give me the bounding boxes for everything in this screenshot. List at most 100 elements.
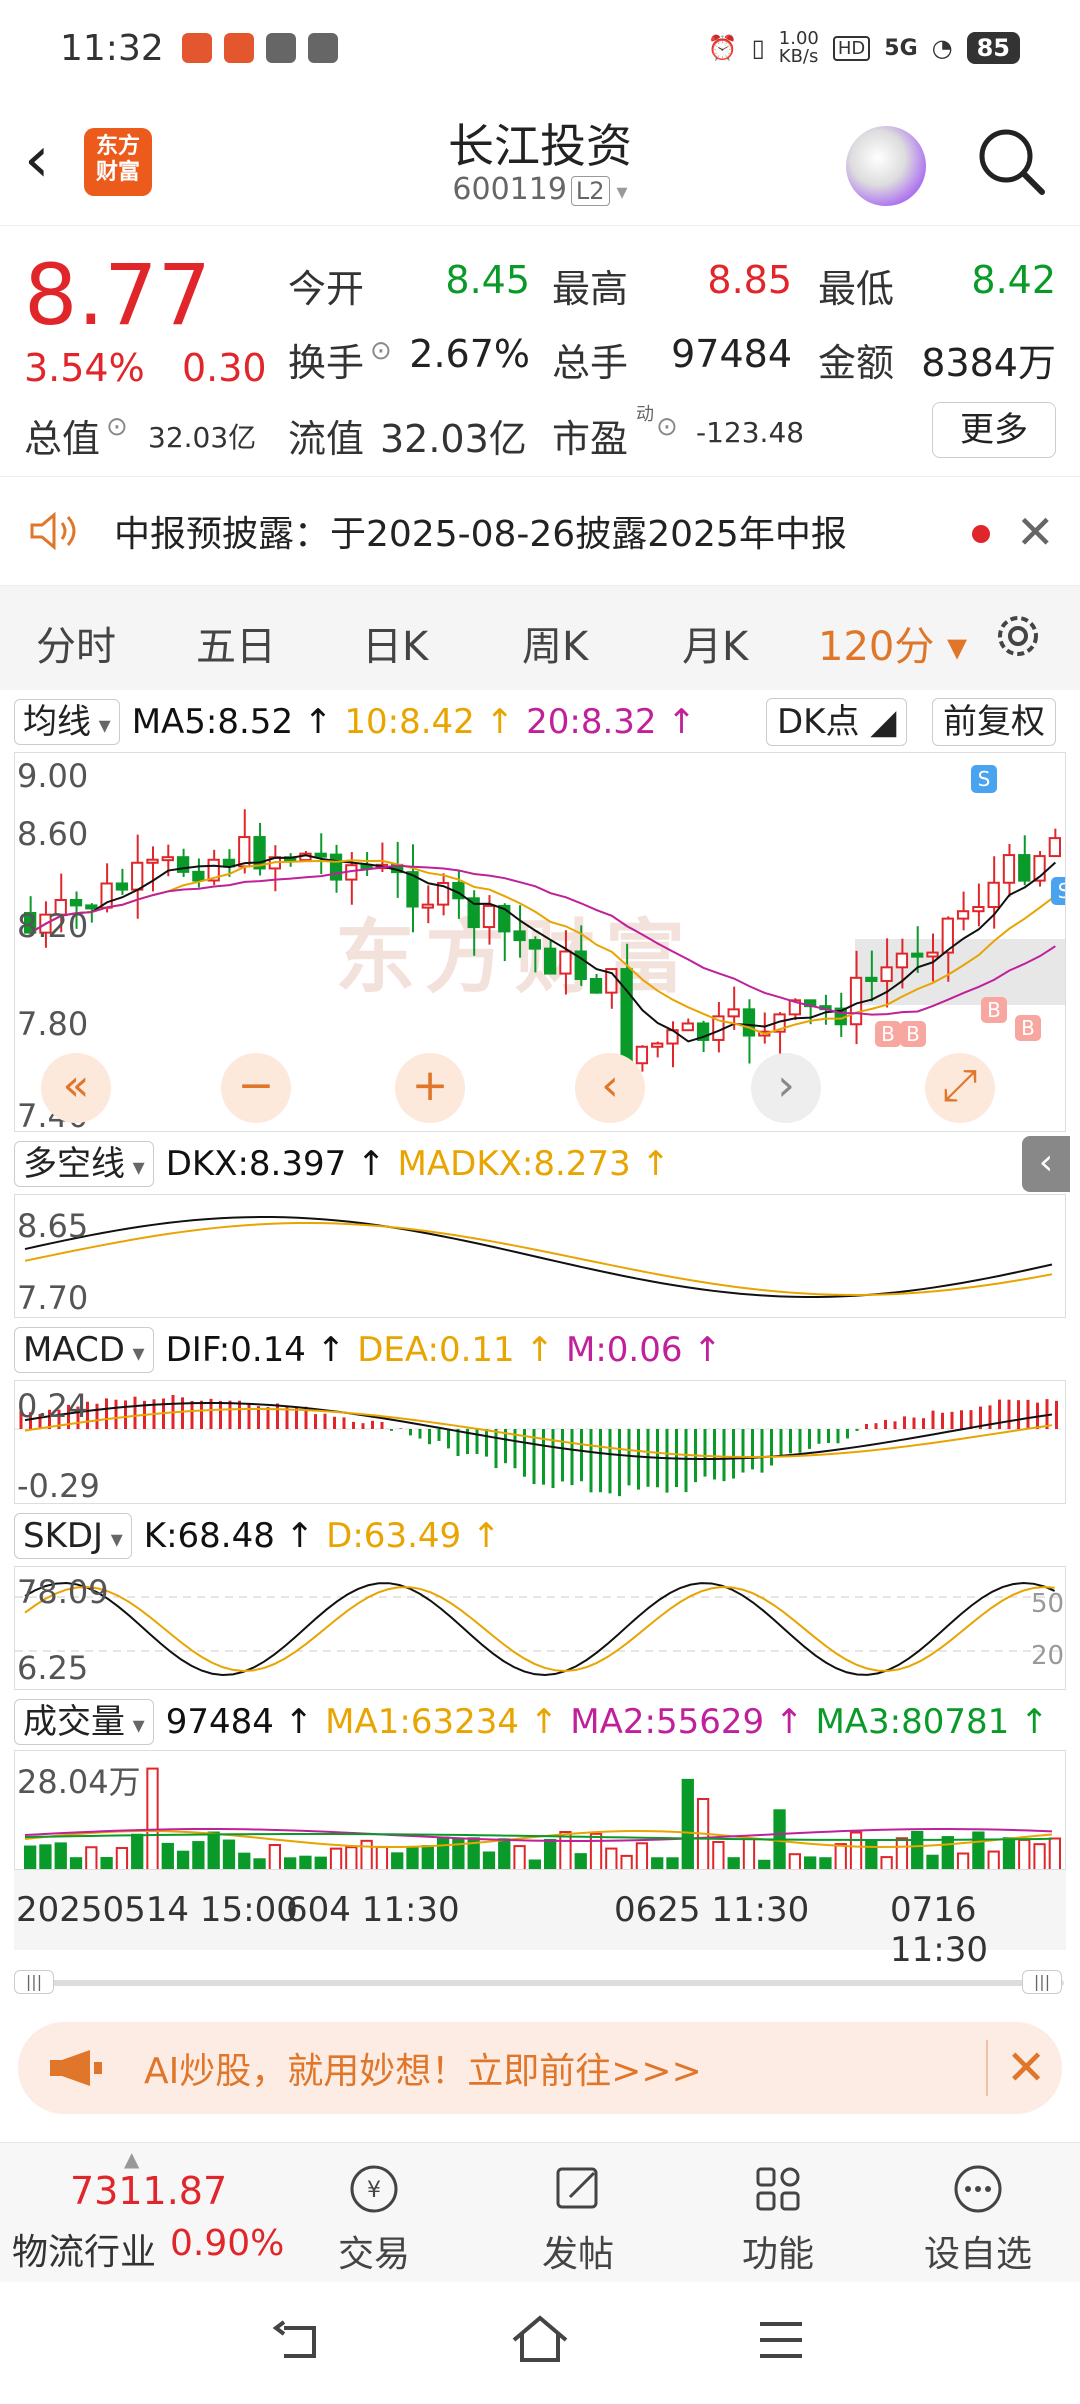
back-nav-icon[interactable]: [270, 2314, 330, 2370]
industry-change: 0.90%: [170, 2223, 285, 2264]
period-tabs: 分时 五日 日K 周K 月K 120分 ▾: [0, 586, 1080, 690]
vivo-icon: [307, 33, 338, 63]
volume-indicator-row: 成交量 97484 ↑ MA1:63234 ↑ MA2:55629 ↑ MA3:…: [0, 1694, 1080, 1750]
volume-bar: [666, 1857, 679, 1869]
function-label: 功能: [741, 2234, 814, 2275]
info-icon[interactable]: ⊙: [370, 336, 392, 366]
tab-monthly-k[interactable]: 月K: [682, 614, 748, 672]
more-button[interactable]: 更多: [932, 402, 1056, 458]
close-icon[interactable]: ✕: [986, 2040, 1046, 2096]
volume-bar: [1033, 1843, 1046, 1869]
home-nav-icon[interactable]: [508, 2310, 572, 2370]
dkx-value: DKX:8.397 ↑: [165, 1144, 386, 1184]
tab-five-day[interactable]: 五日: [196, 614, 276, 672]
volume-bar: [314, 1856, 327, 1869]
scroll-left-fast-button[interactable]: «: [41, 1053, 111, 1123]
scroll-track: [24, 1980, 1064, 1986]
time-label: 20250514 15:00: [16, 1890, 298, 1930]
candle-body: [880, 966, 893, 982]
y-label: 78.09: [17, 1573, 109, 1611]
volume-bar: [375, 1846, 389, 1869]
candle-body: [727, 1008, 740, 1018]
add-watchlist-button[interactable]: 设自选: [908, 2153, 1048, 2277]
gear-icon[interactable]: [990, 608, 1046, 664]
expand-up-icon[interactable]: ▲: [124, 2147, 139, 2171]
zoom-out-button[interactable]: −: [221, 1053, 291, 1123]
volume-bar: [1048, 1837, 1062, 1869]
industry-name[interactable]: 物流行业: [12, 2223, 156, 2275]
fullscreen-icon[interactable]: ⤢: [925, 1053, 995, 1123]
mktcap-label: 总值: [24, 417, 101, 461]
skdj-indicator-select[interactable]: SKDJ: [14, 1513, 132, 1559]
last-price: 8.77: [24, 246, 212, 344]
close-icon[interactable]: ✕: [1016, 505, 1055, 559]
post-button[interactable]: 发帖: [508, 2153, 648, 2277]
function-button[interactable]: 功能: [708, 2153, 848, 2277]
volume-indicator-select[interactable]: 成交量: [14, 1699, 154, 1745]
dkx-indicator-row: 多空线 DKX:8.397 ↑ MADKX:8.273 ↑: [0, 1136, 1080, 1192]
macd-chart[interactable]: 0.24 -0.29: [14, 1380, 1066, 1504]
range-scrollbar[interactable]: ||| |||: [14, 1970, 1066, 1994]
dkx-indicator-select[interactable]: 多空线: [14, 1141, 154, 1187]
post-label: 发帖: [541, 2234, 614, 2275]
scroll-left-button[interactable]: ‹: [575, 1053, 645, 1123]
robot-avatar[interactable]: [846, 126, 926, 206]
info-icon[interactable]: ⊙: [106, 412, 128, 442]
adjust-button[interactable]: 前复权: [932, 698, 1056, 746]
trade-label: 交易: [337, 2234, 410, 2275]
macd-indicator-select[interactable]: MACD: [14, 1327, 154, 1373]
scroll-handle-right[interactable]: |||: [1022, 1970, 1062, 1994]
amount-label: 金额: [818, 341, 895, 385]
scroll-handle-left[interactable]: |||: [14, 1970, 54, 1994]
time-label: 604 11:30: [286, 1890, 460, 1930]
ma-indicator-select[interactable]: 均线: [14, 699, 120, 745]
time-label: 0716 11:30: [890, 1890, 988, 1970]
candle-body: [1002, 854, 1016, 884]
tab-weekly-k[interactable]: 周K: [522, 614, 588, 672]
grid-icon: [756, 2167, 800, 2211]
info-icon[interactable]: ⊙: [656, 412, 678, 442]
mktcap-value: 32.03亿: [148, 421, 257, 454]
candle-body: [314, 852, 327, 858]
dkx-chart[interactable]: 8.65 7.70: [14, 1194, 1066, 1318]
kline-chart[interactable]: 东方财富 BBBBSS 9.00 8.60 8.20 7.80 7.40 « −…: [14, 752, 1066, 1132]
ma10-value: 10:8.42 ↑: [344, 702, 515, 742]
volume-bar: [498, 1838, 511, 1869]
trade-button[interactable]: ¥ 交易: [304, 2153, 444, 2277]
y-label-right: 20: [1031, 1641, 1065, 1671]
candle-body: [895, 952, 909, 969]
menu-nav-icon[interactable]: [756, 2316, 806, 2364]
y-label-right: 50: [1031, 1589, 1065, 1619]
wechat-icon: [265, 33, 296, 63]
tab-intraday[interactable]: 分时: [36, 614, 116, 672]
scroll-right-button[interactable]: ›: [751, 1053, 821, 1123]
industry-index-value[interactable]: 7311.87: [70, 2169, 227, 2213]
candle-body: [620, 968, 633, 1065]
volume-chart[interactable]: 28.04万: [14, 1750, 1066, 1870]
more-dots-icon: [954, 2165, 1002, 2213]
volume-bar: [207, 1831, 220, 1869]
notice-bar[interactable]: 中报预披露：于2025-08-26披露2025年中报 ✕: [0, 476, 1080, 586]
tab-daily-k[interactable]: 日K: [362, 614, 428, 672]
volume-bar: [528, 1859, 541, 1869]
volume-bar: [329, 1847, 343, 1869]
change-percent: 3.54%: [24, 346, 145, 390]
search-icon[interactable]: [974, 124, 1050, 200]
collapse-panel-button[interactable]: ‹: [1022, 1136, 1070, 1192]
skdj-chart[interactable]: 78.09 6.25 50 20: [14, 1566, 1066, 1690]
dkx-canvas: [24, 1216, 1053, 1298]
volume-bar: [911, 1830, 924, 1869]
vibrate-icon: ▯: [751, 34, 765, 62]
battery-icon: 85: [966, 32, 1020, 64]
zoom-in-button[interactable]: +: [395, 1053, 465, 1123]
y-label: 7.80: [17, 1005, 89, 1043]
volume-bar: [1018, 1838, 1031, 1869]
volume-bar: [24, 1845, 37, 1869]
candle-body: [146, 858, 159, 864]
low-value: 8.42: [971, 258, 1056, 302]
add-watchlist-label: 设自选: [923, 2234, 1032, 2275]
ai-promo-banner[interactable]: AI炒股，就用妙想！立即前往>>> ✕: [18, 2022, 1062, 2114]
tab-120min[interactable]: 120分 ▾: [818, 614, 967, 672]
dk-point-button[interactable]: DK点 ◢: [766, 698, 908, 746]
quote-panel: 8.77 3.54% 0.30 今开 8.45 最高 8.85 最低 8.42 …: [0, 226, 1080, 476]
